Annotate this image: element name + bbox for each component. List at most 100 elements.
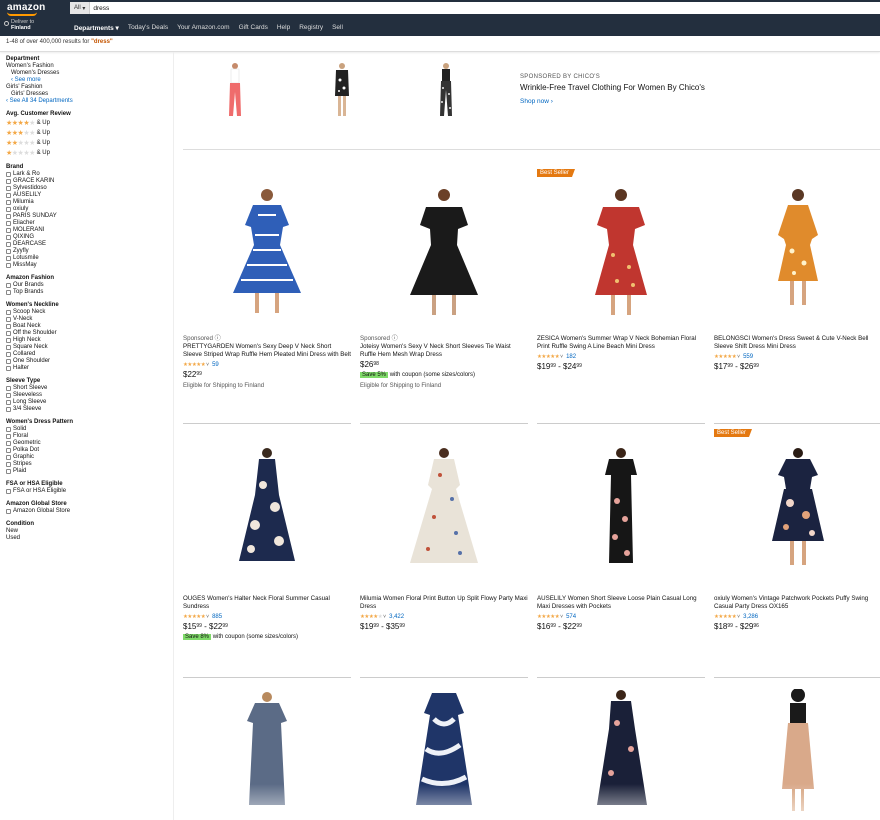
pattern-filter[interactable]: Solid — [6, 426, 167, 433]
brand-filter[interactable]: Milumia — [6, 199, 167, 206]
checkbox[interactable] — [6, 441, 11, 446]
product-title[interactable]: AUSELILY Women Short Sleeve Loose Plain … — [537, 595, 705, 611]
checkbox[interactable] — [6, 228, 11, 233]
sleeve-filter[interactable]: Short Sleeve — [6, 385, 167, 392]
checkbox[interactable] — [6, 290, 11, 295]
see-all-departments-link[interactable]: ‹ See All 34 Departments — [6, 98, 167, 105]
checkbox[interactable] — [6, 509, 11, 514]
pattern-filter[interactable]: Floral — [6, 433, 167, 440]
rating-filter-2[interactable]: ★★★★★ & Up — [6, 138, 167, 148]
brand-filter[interactable]: Lotusmile — [6, 255, 167, 262]
review-count[interactable]: 574 — [566, 613, 576, 621]
sponsored-product-image-3[interactable] — [431, 60, 461, 120]
sponsored-banner-title[interactable]: Wrinkle-Free Travel Clothing For Women B… — [520, 83, 710, 93]
see-more-link[interactable]: ‹ See more — [6, 77, 167, 84]
rating-filter-1[interactable]: ★★★★★ & Up — [6, 148, 167, 158]
brand-filter[interactable]: oxiuly — [6, 206, 167, 213]
dept-womens-dresses[interactable]: Women's Dresses — [6, 70, 167, 77]
brand-filter[interactable]: DEARCASE — [6, 241, 167, 248]
product-image[interactable] — [714, 445, 880, 585]
product-image[interactable] — [183, 185, 351, 325]
checkbox[interactable] — [6, 324, 11, 329]
review-count[interactable]: 59 — [212, 361, 219, 369]
review-count[interactable]: 559 — [743, 353, 753, 361]
checkbox[interactable] — [6, 310, 11, 315]
info-icon[interactable]: ⓘ — [215, 335, 221, 342]
review-count[interactable]: 182 — [566, 353, 576, 361]
product-rating[interactable]: ★★★★★ ˅ 182 — [537, 353, 705, 361]
coupon-offer[interactable]: Save 5% with coupon (some sizes/colors) — [360, 371, 528, 379]
product-price[interactable]: $1699 - $2299 — [537, 622, 705, 631]
checkbox[interactable] — [6, 283, 11, 288]
info-icon[interactable]: ⓘ — [392, 335, 398, 342]
global-store-filter[interactable]: Amazon Global Store — [6, 508, 167, 515]
checkbox[interactable] — [6, 186, 11, 191]
neckline-filter[interactable]: Halter — [6, 365, 167, 372]
condition-used[interactable]: Used — [6, 535, 167, 542]
product-rating[interactable]: ★★★★★ ˅ 3,422 — [360, 613, 528, 621]
review-count[interactable]: 3,422 — [389, 613, 404, 621]
product-image[interactable] — [360, 185, 528, 325]
checkbox[interactable] — [6, 263, 11, 268]
sleeve-filter[interactable]: 3/4 Sleeve — [6, 406, 167, 413]
checkbox[interactable] — [6, 235, 11, 240]
neckline-filter[interactable]: Boat Neck — [6, 323, 167, 330]
brand-filter[interactable]: MOLERANI — [6, 227, 167, 234]
pattern-filter[interactable]: Stripes — [6, 461, 167, 468]
checkbox[interactable] — [6, 359, 11, 364]
nav-sell[interactable]: Sell — [332, 24, 343, 32]
brand-filter[interactable]: Zyyfly — [6, 248, 167, 255]
product-rating[interactable]: ★★★★★ ˅ 885 — [183, 613, 351, 621]
fsa-filter[interactable]: FSA or HSA Eligible — [6, 488, 167, 495]
neckline-filter[interactable]: One Shoulder — [6, 358, 167, 365]
checkbox[interactable] — [6, 386, 11, 391]
checkbox[interactable] — [6, 179, 11, 184]
review-count[interactable]: 885 — [212, 613, 222, 621]
checkbox[interactable] — [6, 352, 11, 357]
product-image[interactable] — [537, 185, 705, 325]
nav-help[interactable]: Help — [277, 24, 290, 32]
checkbox[interactable] — [6, 172, 11, 177]
checkbox[interactable] — [6, 242, 11, 247]
checkbox[interactable] — [6, 455, 11, 460]
product-price[interactable]: $1799 - $2699 — [714, 362, 880, 371]
checkbox[interactable] — [6, 434, 11, 439]
product-title[interactable]: ZESICA Women's Summer Wrap V Neck Bohemi… — [537, 335, 705, 351]
dept-girls-fashion[interactable]: Girls' Fashion — [6, 84, 167, 91]
neckline-filter[interactable]: V-Neck — [6, 316, 167, 323]
brand-filter[interactable]: PARIS SUNDAY — [6, 213, 167, 220]
nav-departments[interactable]: Departments ▾ — [74, 24, 119, 32]
product-title[interactable]: oxiuly Women's Vintage Patchwork Pockets… — [714, 595, 880, 611]
checkbox[interactable] — [6, 462, 11, 467]
deliver-to-location[interactable]: Deliver to Finland — [4, 19, 34, 31]
product-price[interactable]: $2299 — [183, 370, 351, 379]
checkbox[interactable] — [6, 407, 11, 412]
product-price[interactable]: $2698 — [360, 360, 528, 369]
checkbox[interactable] — [6, 489, 11, 494]
amazon-fashion-filter[interactable]: Top Brands — [6, 289, 167, 296]
nav-todays-deals[interactable]: Today's Deals — [128, 24, 168, 32]
dept-girls-dresses[interactable]: Girls' Dresses — [6, 91, 167, 98]
checkbox[interactable] — [6, 338, 11, 343]
product-rating[interactable]: ★★★★★ ˅ 3,286 — [714, 613, 880, 621]
neckline-filter[interactable]: Square Neck — [6, 344, 167, 351]
checkbox[interactable] — [6, 366, 11, 371]
checkbox[interactable] — [6, 427, 11, 432]
amazon-fashion-filter[interactable]: Our Brands — [6, 282, 167, 289]
search-category-dropdown[interactable]: All ▾ — [70, 2, 91, 14]
coupon-offer[interactable]: Save 8% with coupon (some sizes/colors) — [183, 633, 351, 641]
product-price[interactable]: $1599 - $2299 — [183, 622, 351, 631]
checkbox[interactable] — [6, 207, 11, 212]
dept-womens-fashion[interactable]: Women's Fashion — [6, 63, 167, 70]
neckline-filter[interactable]: Collared — [6, 351, 167, 358]
search-input[interactable] — [90, 2, 880, 14]
neckline-filter[interactable]: Scoop Neck — [6, 309, 167, 316]
checkbox[interactable] — [6, 345, 11, 350]
brand-filter[interactable]: Eliacher — [6, 220, 167, 227]
checkbox[interactable] — [6, 448, 11, 453]
product-title[interactable]: BELONGSCI Women's Dress Sweet & Cute V-N… — [714, 335, 880, 351]
pattern-filter[interactable]: Polka Dot — [6, 447, 167, 454]
product-rating[interactable]: ★★★★★ ˅ 559 — [714, 353, 880, 361]
rating-filter-4[interactable]: ★★★★★ & Up — [6, 118, 167, 128]
product-rating[interactable]: ★★★★★ ˅ 59 — [183, 361, 351, 369]
